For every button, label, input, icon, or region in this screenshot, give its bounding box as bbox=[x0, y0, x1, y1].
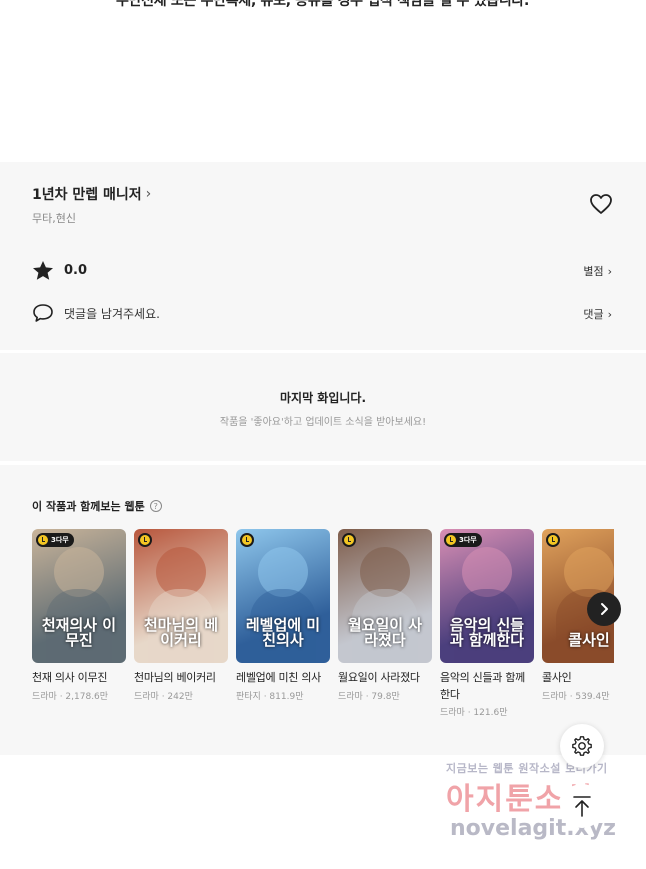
webtoon-meta: 판타지 · 811.9만 bbox=[236, 691, 304, 702]
chevron-right-icon: › bbox=[607, 307, 612, 321]
clock-icon bbox=[344, 535, 354, 545]
series-title-link[interactable]: 1년차 만렙 매니저 › bbox=[32, 184, 151, 204]
cover-title: 음악의 신들과 함께한다 bbox=[449, 615, 525, 650]
webtoon-card[interactable]: 레벨업에 미친의사레벨업에 미친 의사판타지 · 811.9만 bbox=[236, 529, 330, 702]
webtoon-title[interactable]: 레벨업에 미친 의사 bbox=[236, 670, 330, 687]
webtoon-title[interactable]: 천재 의사 이무진 bbox=[32, 670, 126, 687]
webtoon-card[interactable]: 천재의사 이무진 3다무천재 의사 이무진드라마 · 2,178.6만 bbox=[32, 529, 126, 702]
recommendation-section: 이 작품과 함께보는 웹툰 ? 천재의사 이무진 3다무천재 의사 이무진드라마 … bbox=[0, 465, 646, 755]
last-episode-panel: 마지막 화입니다. 작품을 '좋아요'하고 업데이트 소식을 받아보세요! bbox=[0, 353, 646, 461]
chevron-right-icon: › bbox=[145, 186, 152, 202]
copyright-text: 무단전재 또는 무단복제, 유포, 공유를 경우 법적 책임을 질 수 있습니다… bbox=[116, 0, 530, 9]
comment-label: 댓글 bbox=[583, 308, 604, 321]
comment-button[interactable]: 댓글 › bbox=[583, 306, 612, 322]
webtoon-card[interactable]: 천마님의 베이커리 천마님의 베이커리 드라마 · 242만 bbox=[134, 529, 228, 702]
series-title: 1년차 만렙 매니저 bbox=[32, 187, 142, 203]
webtoon-thumbnail[interactable]: 월요일이 사라졌다 bbox=[338, 529, 432, 663]
chevron-right-icon bbox=[601, 603, 608, 615]
clock-icon bbox=[242, 535, 252, 545]
webtoon-meta: 드라마 · 121.6만 bbox=[440, 708, 508, 718]
webtoon-thumbnail[interactable]: 천마님의 베이커리 bbox=[134, 529, 228, 663]
wait-free-badge: 3다무 bbox=[444, 533, 482, 547]
wait-free-badge bbox=[240, 533, 254, 547]
badge-label: 3다무 bbox=[51, 536, 69, 544]
series-genre: 무타,현신 bbox=[32, 212, 76, 225]
recommendation-title-text: 이 작품과 함께보는 웹툰 bbox=[32, 500, 145, 513]
watermark: 지금보는 웹툰 원작소설 보러가기 아지툰소설 novelagit.xyz bbox=[440, 758, 640, 858]
wait-free-badge bbox=[138, 533, 152, 547]
series-info-panel: 1년차 만렙 매니저 › 무타,현신 0.0 별점 › 댓글을 남겨주세요. 댓… bbox=[0, 162, 646, 350]
clock-icon bbox=[548, 535, 558, 545]
scroll-top-button[interactable] bbox=[560, 784, 604, 828]
rating-value: 0.0 bbox=[64, 263, 88, 278]
webtoon-thumbnail[interactable]: 천재의사 이무진 3다무 bbox=[32, 529, 126, 663]
rate-button[interactable]: 별점 › bbox=[583, 263, 612, 279]
cover-title: 콜사인 bbox=[568, 631, 610, 650]
wait-free-badge bbox=[546, 533, 560, 547]
last-episode-title: 마지막 화입니다. bbox=[279, 391, 367, 405]
cover-title: 천재의사 이무진 bbox=[41, 615, 117, 650]
webtoon-title[interactable]: 콜사인 bbox=[542, 670, 614, 687]
wait-free-badge: 3다무 bbox=[36, 533, 74, 547]
recommendation-carousel: 천재의사 이무진 3다무천재 의사 이무진드라마 · 2,178.6만 천마님의 베… bbox=[32, 529, 614, 729]
cover-title: 레벨업에 미친의사 bbox=[245, 615, 321, 650]
webtoon-meta: 드라마 · 539.4만 bbox=[542, 691, 610, 702]
webtoon-card[interactable]: 월요일이 사라졌다 월요일이 사라졌다 드라마 · 79.8만 bbox=[338, 529, 432, 702]
speech-bubble-icon bbox=[33, 304, 53, 322]
webtoon-thumbnail[interactable]: 레벨업에 미친의사 bbox=[236, 529, 330, 663]
webtoon-title[interactable]: 월요일이 사라졌다 bbox=[338, 670, 432, 687]
webtoon-meta: 드라마 · 242만 bbox=[134, 691, 193, 702]
arrow-up-icon bbox=[573, 796, 591, 817]
cover-title: 월요일이 사라졌다 bbox=[347, 615, 423, 650]
gear-icon bbox=[572, 736, 592, 756]
last-episode-subtitle: 작품을 '좋아요'하고 업데이트 소식을 받아보세요! bbox=[219, 417, 427, 428]
star-icon bbox=[33, 261, 53, 280]
cover-title: 천마님의 베이커리 bbox=[143, 615, 219, 650]
webtoon-thumbnail[interactable]: 음악의 신들과 함께한다 3다무 bbox=[440, 529, 534, 663]
recommendation-title: 이 작품과 함께보는 웹툰 ? bbox=[32, 498, 162, 514]
heart-icon[interactable] bbox=[589, 193, 613, 215]
comment-prompt[interactable]: 댓글을 남겨주세요. bbox=[32, 303, 160, 323]
webtoon-title[interactable]: 음악의 신들과 함께한다 bbox=[440, 670, 534, 703]
help-icon[interactable]: ? bbox=[149, 500, 162, 512]
webtoon-meta: 드라마 · 79.8만 bbox=[338, 691, 400, 702]
webtoon-card[interactable]: 음악의 신들과 함께한다 3다무음악의 신들과 함께한다드라마 · 121.6만 bbox=[440, 529, 534, 718]
settings-button[interactable] bbox=[560, 724, 604, 768]
rating-row: 0.0 bbox=[32, 260, 87, 281]
clock-icon bbox=[38, 535, 48, 545]
comment-prompt-text: 댓글을 남겨주세요. bbox=[64, 306, 160, 321]
clock-icon bbox=[446, 535, 456, 545]
clock-icon bbox=[140, 535, 150, 545]
wait-free-badge bbox=[342, 533, 356, 547]
rate-label: 별점 bbox=[583, 265, 604, 278]
copyright-notice: 무단전재 또는 무단복제, 유포, 공유를 경우 법적 책임을 질 수 있습니다… bbox=[0, 0, 646, 162]
carousel-next-button[interactable] bbox=[587, 592, 621, 626]
webtoon-meta: 드라마 · 2,178.6만 bbox=[32, 691, 109, 702]
chevron-right-icon: › bbox=[607, 264, 612, 278]
badge-label: 3다무 bbox=[459, 536, 477, 544]
webtoon-title[interactable]: 천마님의 베이커리 bbox=[134, 670, 228, 687]
